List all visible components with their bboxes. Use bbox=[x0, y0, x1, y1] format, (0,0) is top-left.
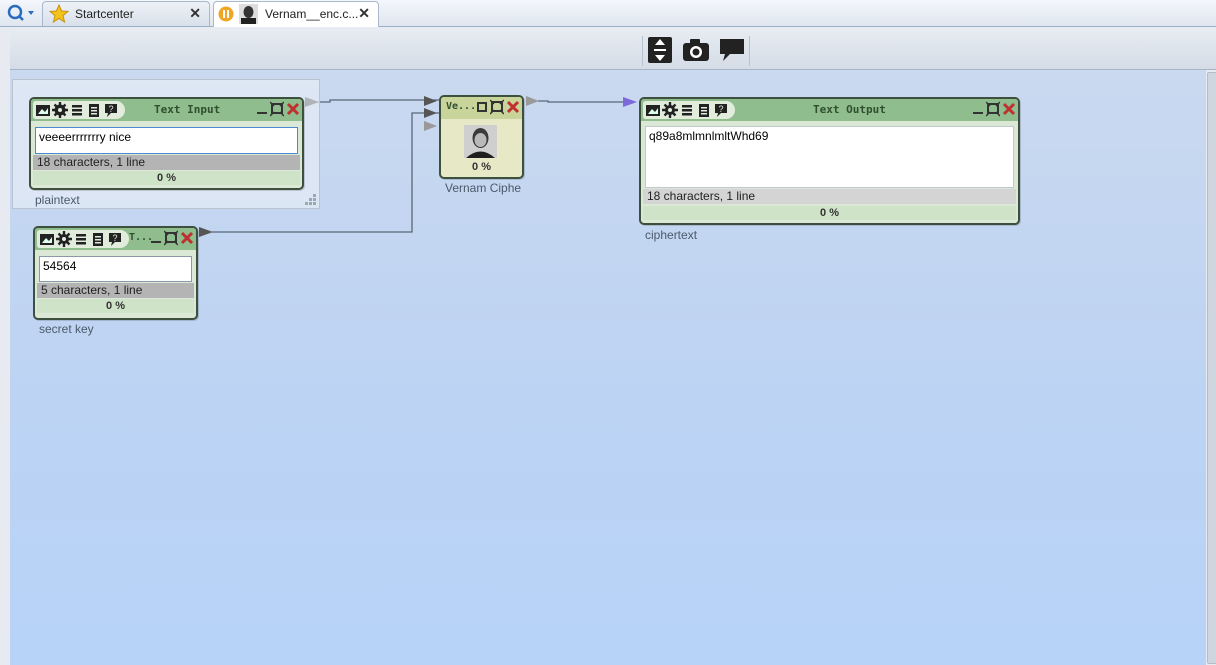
list-icon[interactable] bbox=[73, 231, 89, 247]
minimize-icon[interactable] bbox=[256, 101, 268, 117]
maximize-icon[interactable] bbox=[986, 101, 1000, 117]
minimize-icon[interactable] bbox=[150, 230, 162, 246]
clipboard-icon[interactable] bbox=[90, 231, 106, 247]
input-arrow-icon[interactable] bbox=[623, 97, 637, 107]
close-icon[interactable] bbox=[506, 99, 520, 115]
plugin-icon-bar: ? bbox=[33, 101, 125, 119]
input-arrow-icon[interactable] bbox=[424, 121, 437, 131]
clipboard-icon[interactable] bbox=[696, 102, 712, 118]
vernam-portrait-icon bbox=[464, 125, 497, 158]
window-controls bbox=[476, 99, 520, 115]
text-input-plugin[interactable]: ? Text Input veeeerrrrrrry nice 18 chara… bbox=[29, 97, 304, 190]
list-icon[interactable] bbox=[69, 102, 85, 118]
maximize-icon[interactable] bbox=[490, 99, 504, 115]
window-controls bbox=[972, 101, 1016, 117]
resize-grip-icon[interactable] bbox=[305, 194, 317, 206]
close-icon[interactable] bbox=[286, 101, 300, 117]
svg-text:?: ? bbox=[112, 233, 117, 243]
status-bar: 18 characters, 1 line bbox=[33, 155, 300, 170]
plugin-header[interactable]: ? Text Input bbox=[31, 99, 302, 121]
progress-bar: 0 % bbox=[472, 161, 491, 173]
text-output-plugin[interactable]: ? Text Output q89a8mlmnlmltWhd69 18 char… bbox=[639, 97, 1020, 225]
status-bar: 5 characters, 1 line bbox=[37, 283, 194, 298]
svg-text:?: ? bbox=[718, 104, 723, 114]
plugin-header[interactable]: ? Text Output bbox=[641, 99, 1018, 121]
vernam-caption[interactable]: Vernam Ciphe bbox=[445, 181, 521, 195]
close-icon[interactable] bbox=[180, 230, 194, 246]
secret-key-plugin[interactable]: ? T... 54564 5 characters, 1 line 0 % bbox=[33, 226, 198, 320]
plugin-title: Ve... bbox=[446, 101, 477, 112]
clipboard-icon[interactable] bbox=[86, 102, 102, 118]
close-icon[interactable] bbox=[1002, 101, 1016, 117]
help-icon[interactable]: ? bbox=[713, 102, 729, 118]
list-icon[interactable] bbox=[679, 102, 695, 118]
progress-bar: 0 % bbox=[37, 299, 194, 313]
presentation-icon[interactable] bbox=[645, 102, 661, 118]
plaintext-input[interactable]: veeeerrrrrrry nice bbox=[35, 127, 298, 154]
svg-text:?: ? bbox=[108, 104, 113, 114]
input-arrow-icon[interactable] bbox=[424, 96, 437, 106]
gear-icon[interactable] bbox=[52, 102, 68, 118]
connector-plaintext bbox=[318, 99, 440, 103]
plugin-header[interactable]: Ve... bbox=[441, 97, 522, 119]
ciphertext-caption[interactable]: ciphertext bbox=[645, 228, 697, 242]
window-controls bbox=[150, 230, 194, 246]
maximize-icon[interactable] bbox=[164, 230, 178, 246]
presentation-icon[interactable] bbox=[35, 102, 51, 118]
input-arrow-icon[interactable] bbox=[424, 108, 437, 118]
output-arrow-icon[interactable] bbox=[526, 96, 539, 106]
connector-ciphertext bbox=[538, 100, 626, 103]
progress-bar: 0 % bbox=[643, 206, 1016, 220]
output-arrow-icon[interactable] bbox=[199, 227, 213, 237]
help-icon[interactable]: ? bbox=[103, 102, 119, 118]
restore-icon[interactable] bbox=[476, 99, 488, 115]
status-bar: 18 characters, 1 line bbox=[643, 189, 1016, 204]
gear-icon[interactable] bbox=[662, 102, 678, 118]
maximize-icon[interactable] bbox=[270, 101, 284, 117]
plugin-title: Text Output bbox=[813, 103, 886, 116]
help-icon[interactable]: ? bbox=[107, 231, 123, 247]
plugin-header[interactable]: ? T... bbox=[35, 228, 196, 250]
vernam-cipher-plugin[interactable]: Ve... 0 % bbox=[439, 95, 524, 179]
plugin-icon-bar: ? bbox=[643, 101, 735, 119]
plugin-icon-bar: ? bbox=[37, 230, 129, 248]
secret-key-caption[interactable]: secret key bbox=[39, 322, 94, 336]
window-controls bbox=[256, 101, 300, 117]
gear-icon[interactable] bbox=[56, 231, 72, 247]
presentation-icon[interactable] bbox=[39, 231, 55, 247]
secret-key-input[interactable]: 54564 bbox=[39, 256, 192, 282]
plaintext-caption[interactable]: plaintext bbox=[35, 193, 80, 207]
progress-bar: 0 % bbox=[33, 171, 300, 185]
minimize-icon[interactable] bbox=[972, 101, 984, 117]
plugin-title: Text Input bbox=[154, 103, 221, 116]
ciphertext-output[interactable]: q89a8mlmnlmltWhd69 bbox=[645, 126, 1014, 188]
